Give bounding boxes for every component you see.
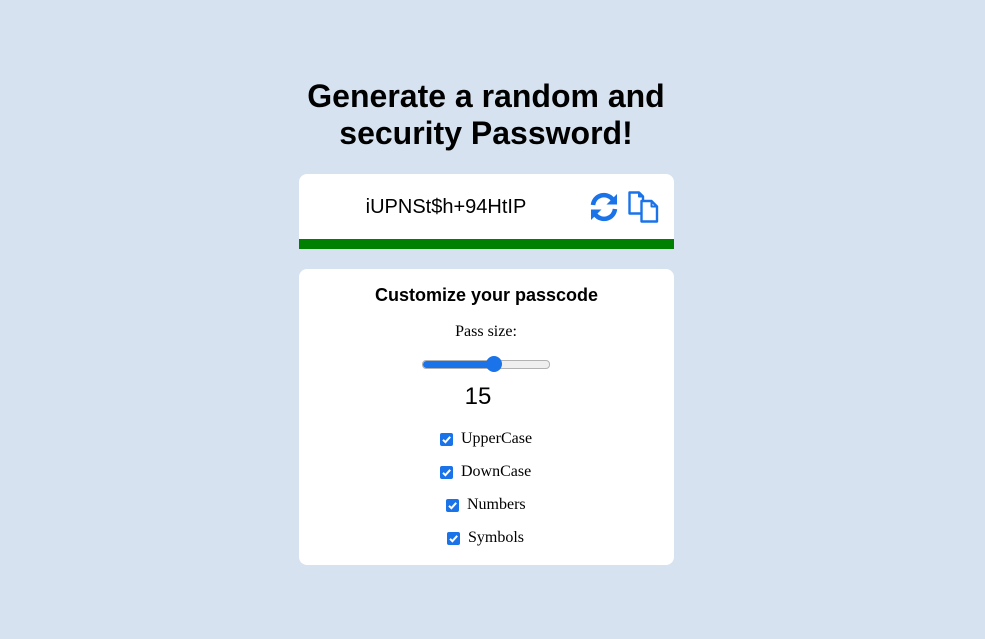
page-title: Generate a random and security Password! <box>286 78 686 152</box>
customize-title: Customize your passcode <box>374 285 599 305</box>
option-numbers[interactable]: Numbers <box>446 496 526 514</box>
title-line-2: security Password! <box>339 115 633 151</box>
option-symbols[interactable]: Symbols <box>447 529 524 547</box>
refresh-button[interactable] <box>588 191 620 223</box>
check-icon <box>442 468 451 477</box>
uppercase-checkbox[interactable] <box>440 432 453 446</box>
slider-fill <box>423 361 494 368</box>
downcase-checkbox[interactable] <box>440 465 453 479</box>
password-card: iUPNSt$h+94HtIP <box>299 174 674 249</box>
pass-size-value: 15 <box>464 383 492 410</box>
symbols-label: Symbols <box>468 529 525 546</box>
copy-icon <box>628 191 659 223</box>
password-strength-bar <box>299 239 674 249</box>
copy-button[interactable] <box>627 191 659 223</box>
pass-size-slider[interactable] <box>422 356 550 372</box>
symbols-checkbox[interactable] <box>447 531 460 545</box>
uppercase-label: UpperCase <box>461 430 533 447</box>
option-downcase[interactable]: DownCase <box>440 463 531 481</box>
refresh-icon <box>590 192 618 222</box>
option-uppercase[interactable]: UpperCase <box>440 430 532 448</box>
numbers-checkbox[interactable] <box>446 498 459 512</box>
slider-thumb[interactable] <box>485 356 502 372</box>
numbers-label: Numbers <box>467 496 526 513</box>
pass-size-label: Pass size: <box>455 323 517 340</box>
generated-password: iUPNSt$h+94HtIP <box>365 196 527 218</box>
check-icon <box>442 435 451 444</box>
title-line-1: Generate a random and <box>307 78 665 114</box>
check-icon <box>449 534 458 543</box>
check-icon <box>448 501 457 510</box>
downcase-label: DownCase <box>461 463 532 480</box>
customize-panel: Customize your passcode Pass size: 15 Up… <box>299 269 674 565</box>
